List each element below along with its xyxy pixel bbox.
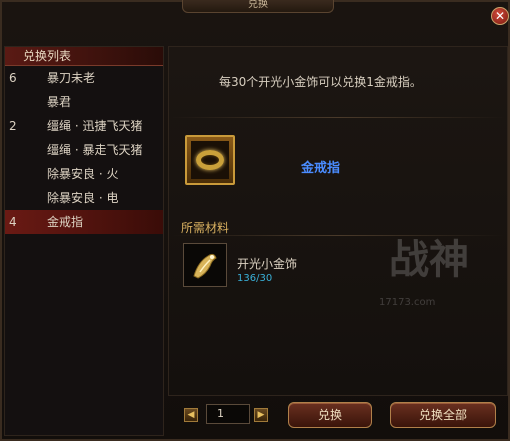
window-title: 兑换 [182, 0, 334, 13]
arrow-right-icon[interactable]: ▶ [254, 408, 268, 422]
exchange-all-button[interactable]: 兑换全部 [390, 402, 496, 428]
exchange-detail-panel: 每30个开光小金饰可以兑换1金戒指。 金戒指 所需材料 开光小金饰 136/30… [168, 46, 508, 396]
list-item-count: 6 [9, 71, 17, 85]
gold-ring-icon [191, 141, 229, 179]
list-item-count: 4 [9, 215, 17, 229]
list-item[interactable]: 除暴安良 · 火 [5, 162, 163, 186]
bottom-controls: ◀ 1 ▶ 兑换 兑换全部 [168, 398, 508, 436]
target-item-slot[interactable] [185, 135, 235, 185]
watermark-logo: 战神 17173.com [379, 236, 469, 308]
close-icon[interactable]: ✕ [491, 7, 509, 25]
list-item[interactable]: 暴君 [5, 90, 163, 114]
divider [171, 235, 505, 236]
list-item[interactable]: 除暴安良 · 电 [5, 186, 163, 210]
material-name: 开光小金饰 [237, 257, 298, 271]
page-input[interactable]: 1 [206, 404, 250, 424]
list-item-label: 除暴安良 · 火 [47, 167, 119, 181]
list-item-label: 暴君 [47, 95, 72, 109]
exchange-list-panel: 兑换列表 6 暴刀未老 暴君 2 缰绳 · 迅捷飞天猪 缰绳 · 暴走飞天猪 除… [4, 46, 164, 436]
divider [171, 117, 505, 118]
list-item[interactable]: 2 缰绳 · 迅捷飞天猪 [5, 114, 163, 138]
list-item-label: 暴刀未老 [47, 71, 96, 85]
list-item-selected[interactable]: 4 金戒指 [5, 210, 163, 234]
list-item-count: 2 [9, 119, 17, 133]
list-item-label: 缰绳 · 暴走飞天猪 [47, 143, 143, 157]
list-item-label: 缰绳 · 迅捷飞天猪 [47, 119, 143, 133]
exchange-info-text: 每30个开光小金饰可以兑换1金戒指。 [219, 75, 422, 89]
list-item[interactable]: 缰绳 · 暴走飞天猪 [5, 138, 163, 162]
list-item[interactable]: 6 暴刀未老 [5, 66, 163, 90]
materials-header: 所需材料 [181, 221, 230, 235]
list-item-label: 除暴安良 · 电 [47, 191, 119, 205]
exchange-button[interactable]: 兑换 [288, 402, 372, 428]
gold-ornament-icon [193, 253, 217, 279]
exchange-window: 兑换 ✕ 兑换列表 6 暴刀未老 暴君 2 缰绳 · 迅捷飞天猪 缰绳 · 暴走… [0, 0, 510, 441]
material-count: 136/30 [237, 273, 273, 284]
material-item-slot[interactable] [183, 243, 227, 287]
list-item-label: 金戒指 [47, 215, 84, 229]
target-item-name: 金戒指 [301, 161, 341, 176]
arrow-left-icon[interactable]: ◀ [184, 408, 198, 422]
list-header: 兑换列表 [5, 47, 163, 66]
